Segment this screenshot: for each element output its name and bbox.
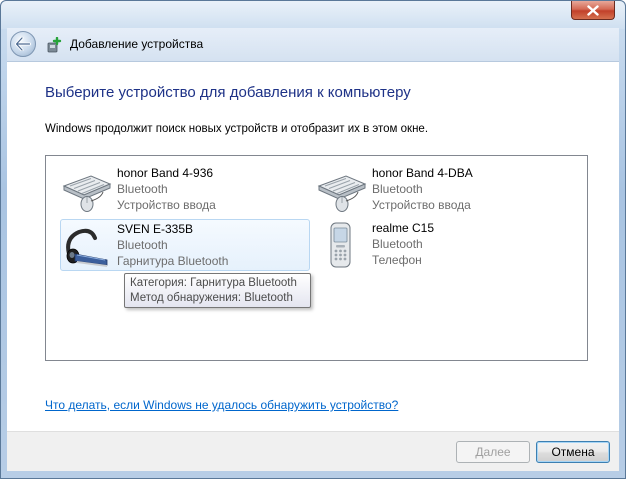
device-name: honor Band 4-DBA bbox=[372, 166, 473, 180]
device-name: honor Band 4-936 bbox=[117, 166, 214, 180]
close-icon bbox=[587, 4, 599, 16]
device-category: Устройство ввода bbox=[372, 198, 471, 212]
button-bar: Далее Отмена bbox=[7, 431, 619, 471]
keyboard-mouse-icon bbox=[62, 175, 112, 212]
device-category: Телефон bbox=[372, 253, 422, 267]
device-item-honor-band-dba[interactable]: honor Band 4-DBA Bluetooth Устройство вв… bbox=[316, 164, 566, 216]
back-button[interactable] bbox=[10, 31, 36, 57]
device-connection: Bluetooth bbox=[117, 182, 168, 196]
device-item-realme-c15[interactable]: realme C15 Bluetooth Телефон bbox=[316, 219, 566, 271]
tooltip-category: Категория: Гарнитура Bluetooth bbox=[130, 277, 297, 289]
page-heading: Выберите устройство для добавления к ком… bbox=[45, 84, 411, 101]
bluetooth-headset-icon bbox=[66, 228, 108, 267]
wizard-header: Добавление устройства bbox=[7, 28, 619, 62]
device-name: SVEN E-335B bbox=[117, 222, 194, 236]
wizard-content: Выберите устройство для добавления к ком… bbox=[7, 62, 619, 431]
add-device-icon bbox=[47, 37, 62, 53]
device-tooltip: Категория: Гарнитура Bluetooth Метод обн… bbox=[124, 273, 311, 308]
device-connection: Bluetooth bbox=[372, 182, 423, 196]
next-button[interactable]: Далее bbox=[456, 441, 530, 463]
phone-icon bbox=[330, 222, 351, 268]
close-button[interactable] bbox=[571, 1, 615, 20]
window-title: Добавление устройства bbox=[70, 37, 204, 51]
tooltip-discovery-method: Метод обнаружения: Bluetooth bbox=[130, 292, 293, 304]
device-category: Гарнитура Bluetooth bbox=[117, 254, 229, 268]
back-arrow-icon bbox=[15, 37, 31, 51]
device-item-sven-e335b[interactable]: SVEN E-335B Bluetooth Гарнитура Bluetoot… bbox=[60, 219, 310, 271]
cancel-button[interactable]: Отмена bbox=[536, 441, 610, 463]
device-item-honor-band-936[interactable]: honor Band 4-936 Bluetooth Устройство вв… bbox=[61, 164, 311, 216]
device-connection: Bluetooth bbox=[372, 237, 423, 251]
help-link[interactable]: Что делать, если Windows не удалось обна… bbox=[45, 398, 398, 412]
device-connection: Bluetooth bbox=[117, 238, 168, 252]
keyboard-mouse-icon bbox=[317, 175, 367, 212]
device-name: realme C15 bbox=[372, 221, 435, 235]
device-list[interactable]: honor Band 4-936 Bluetooth Устройство вв… bbox=[45, 155, 588, 361]
device-category: Устройство ввода bbox=[117, 198, 216, 212]
instruction-text: Windows продолжит поиск новых устройств … bbox=[45, 123, 429, 135]
